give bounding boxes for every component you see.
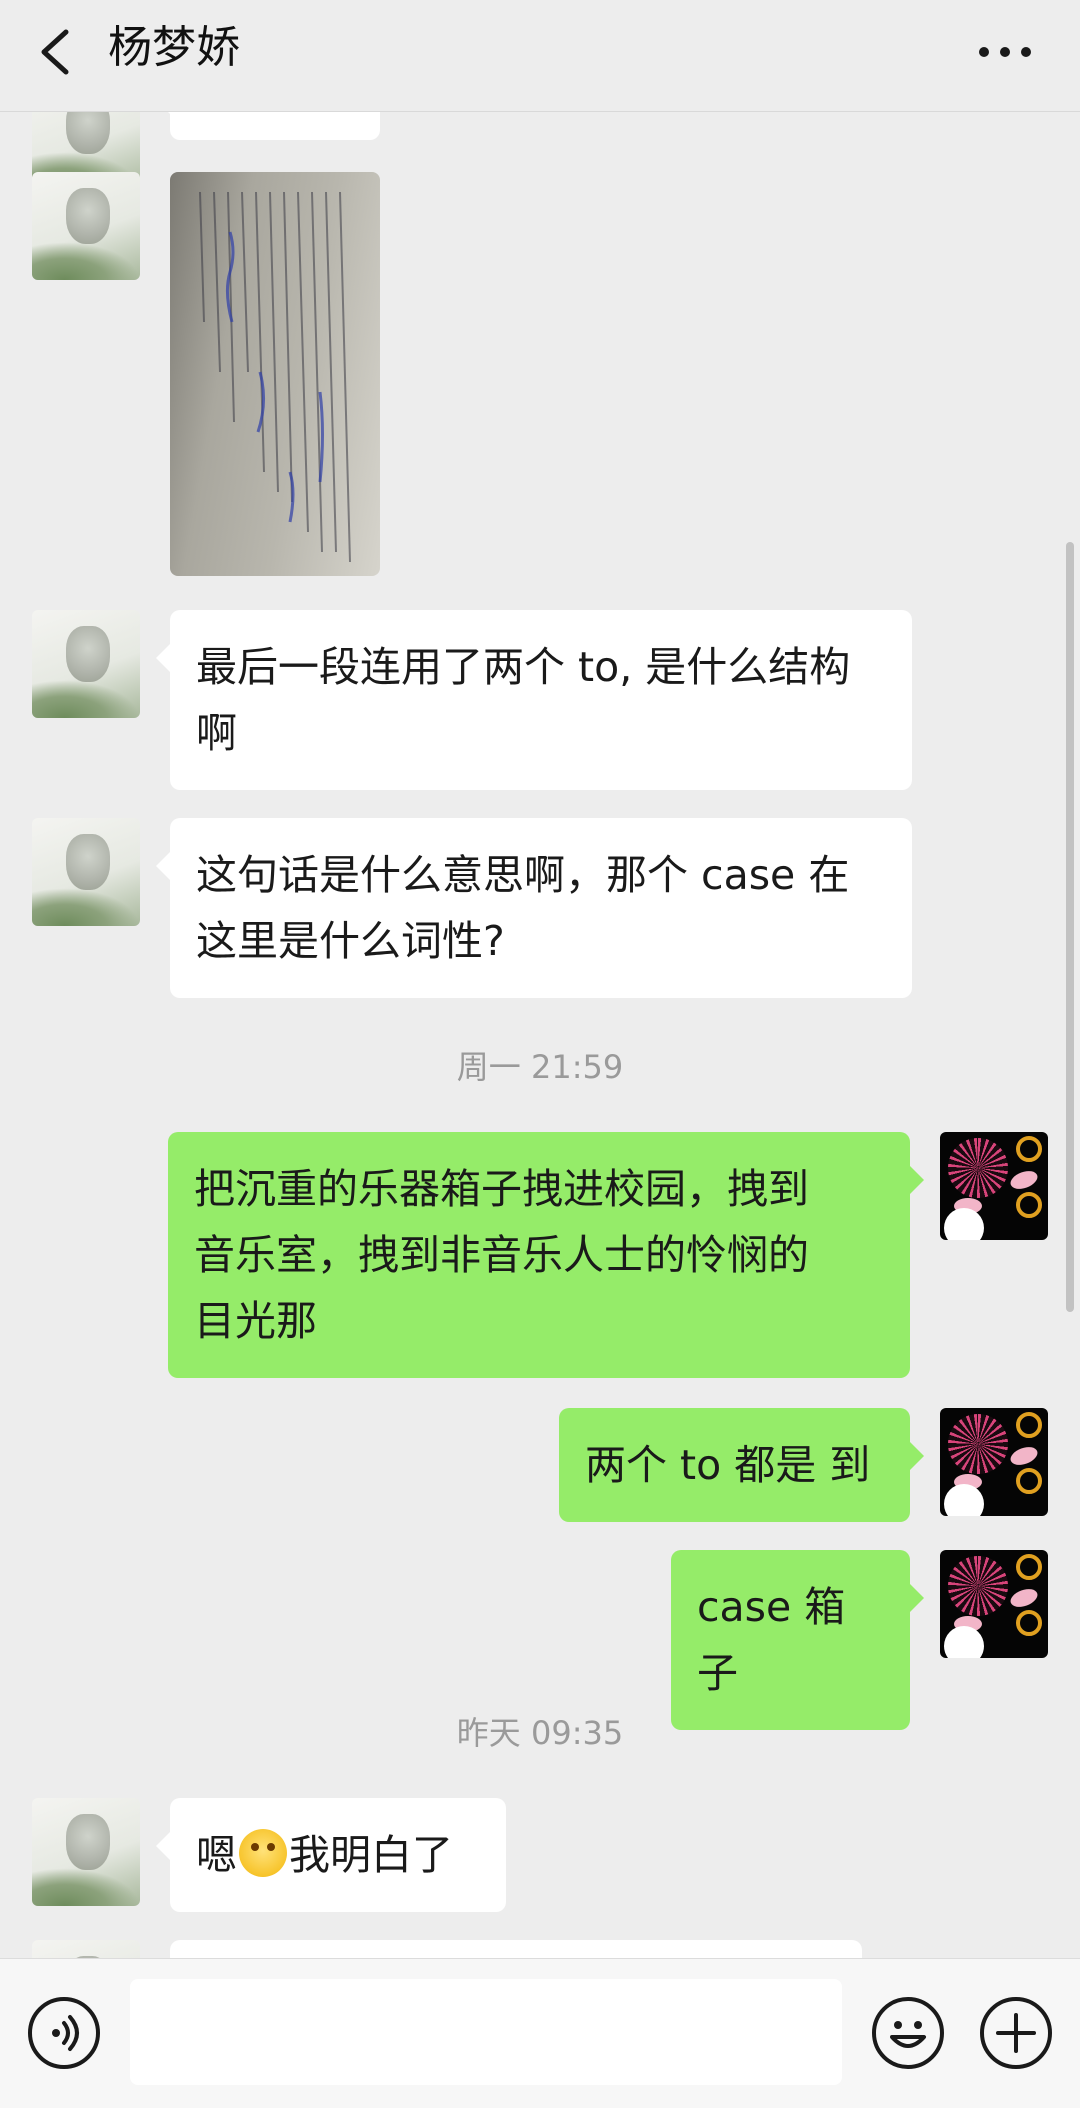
- more-dots-icon: [979, 47, 1031, 57]
- incoming-message[interactable]: 这句话是什么意思啊，那个 case 在 这里是什么词性?: [156, 818, 912, 998]
- outgoing-message[interactable]: 两个 to 都是 到: [559, 1408, 924, 1522]
- my-avatar[interactable]: [940, 1408, 1048, 1516]
- message-text-line: case 箱子: [697, 1583, 846, 1697]
- smile-emoji-icon: [239, 1829, 287, 1877]
- plus-icon: [996, 2013, 1036, 2053]
- incoming-message[interactable]: 最后一段连用了两个 to, 是什么结构 啊: [156, 610, 912, 790]
- voice-icon: [52, 2015, 79, 2051]
- more-button[interactable]: [970, 22, 1040, 82]
- contact-avatar[interactable]: [32, 818, 140, 926]
- contact-avatar[interactable]: [32, 1798, 140, 1906]
- contact-name: 杨梦娇: [108, 22, 240, 73]
- contact-avatar[interactable]: [32, 1940, 140, 1958]
- outgoing-message[interactable]: 把沉重的乐器箱子拽进校园，拽到 音乐室，拽到非音乐人士的怜悯的 目光那: [168, 1132, 924, 1378]
- message-text-line: 两个 to 都是 到: [585, 1441, 871, 1489]
- chat-message-list[interactable]: 最后一段连用了两个 to, 是什么结构 啊 这句话是什么意思啊，那个 case …: [0, 112, 1080, 1958]
- add-button[interactable]: [980, 1997, 1052, 2069]
- emoji-button[interactable]: [872, 1997, 944, 2069]
- message-bubble-partial[interactable]: [156, 112, 380, 140]
- timestamp: 昨天 09:35: [456, 1714, 624, 1752]
- document-photo: [199, 191, 351, 563]
- message-text-line: 这里是什么词性?: [196, 917, 505, 965]
- emoji-icon: [890, 2021, 926, 2048]
- message-text: 嗯: [196, 1831, 237, 1879]
- my-avatar[interactable]: [940, 1550, 1048, 1658]
- incoming-message[interactable]: 嗯 我明白了: [156, 1798, 506, 1912]
- message-input[interactable]: [130, 1979, 842, 2085]
- message-text-line: 这句话是什么意思啊，那个 case 在: [196, 851, 850, 899]
- back-button[interactable]: [28, 22, 88, 82]
- chevron-left-icon: [41, 29, 69, 75]
- outgoing-message[interactable]: case 箱子: [671, 1550, 924, 1730]
- timestamp: 周一 21:59: [456, 1048, 624, 1086]
- scrollbar[interactable]: [1066, 542, 1074, 1312]
- message-text-line: 把沉重的乐器箱子拽进校园，拽到: [194, 1165, 809, 1213]
- chat-header: 杨梦娇: [0, 0, 1080, 112]
- message-bubble-partial[interactable]: [170, 1940, 862, 1958]
- message-text-line: 啊: [196, 709, 237, 757]
- input-bar: [0, 1958, 1080, 2108]
- message-text-line: 音乐室，拽到非音乐人士的怜悯的: [194, 1231, 809, 1279]
- image-message[interactable]: [170, 172, 380, 576]
- message-text-line: 目光那: [194, 1297, 317, 1345]
- my-avatar[interactable]: [940, 1132, 1048, 1240]
- message-text: 我明白了: [289, 1831, 453, 1879]
- contact-avatar[interactable]: [32, 610, 140, 718]
- message-text-line: 最后一段连用了两个 to, 是什么结构: [196, 643, 851, 691]
- voice-button[interactable]: [28, 1997, 100, 2069]
- contact-avatar[interactable]: [32, 172, 140, 280]
